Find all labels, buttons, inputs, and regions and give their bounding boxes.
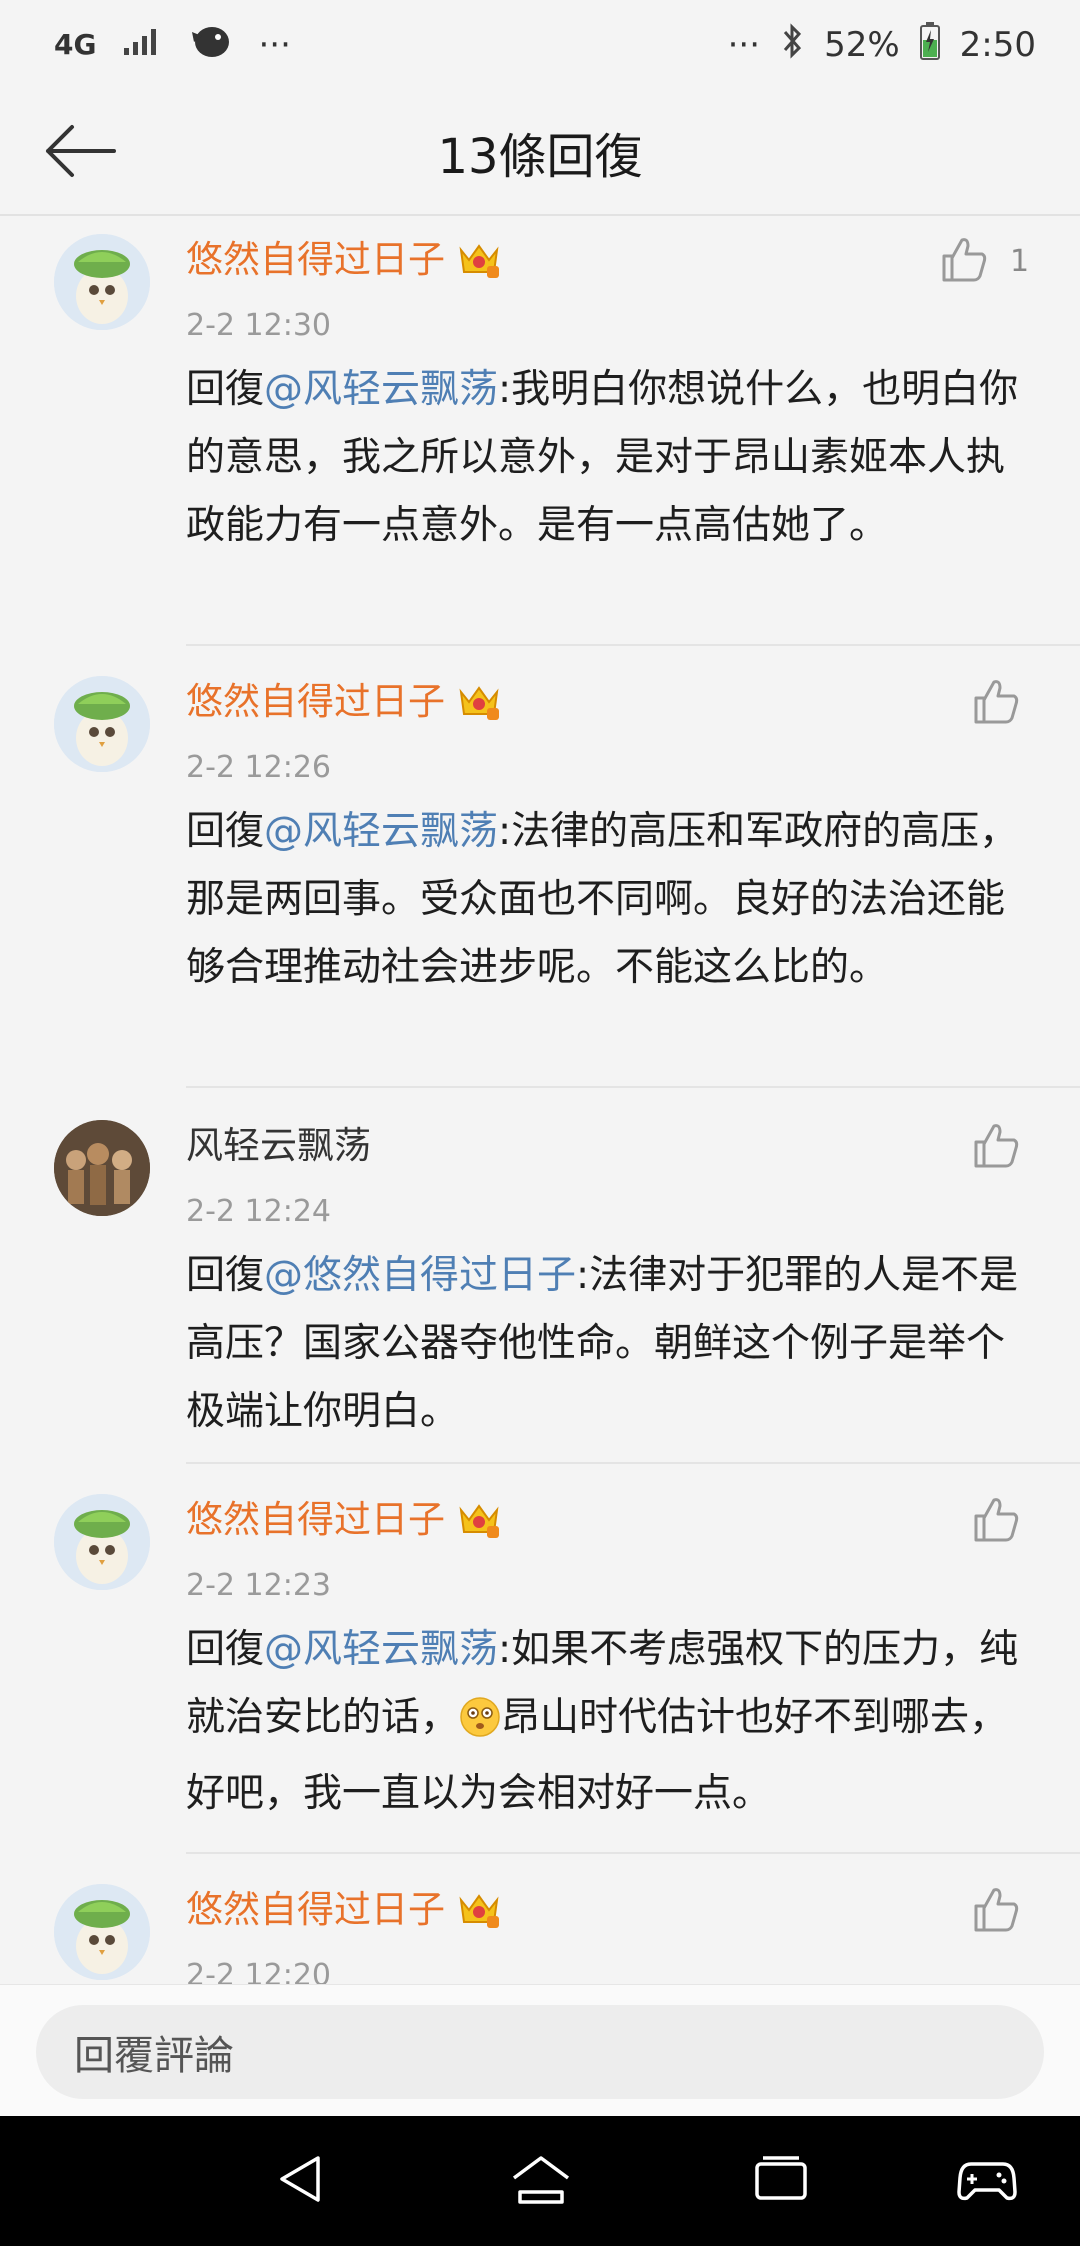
page-title: 13條回復 [437, 129, 643, 185]
reply-bar: 回覆評論 [0, 1984, 1080, 2117]
like-button[interactable] [972, 1122, 1020, 1172]
thumbs-up-icon [972, 1122, 1020, 1172]
thumbs-up-icon [940, 236, 988, 286]
comment-time: 2-2 12:23 [186, 1568, 331, 1603]
divider [186, 1462, 1080, 1464]
dizzy-face-emoji-icon [459, 1692, 501, 1760]
reply-prefix: 回復 [186, 809, 265, 854]
like-button[interactable] [972, 1496, 1020, 1546]
comment-text: 回復@风轻云飘荡:我明白你想说什么，也明白你的意思，我之所以意外，是对于昂山素姬… [186, 356, 1036, 560]
battery-icon [919, 21, 940, 69]
avatar[interactable] [54, 1120, 150, 1216]
author-name: 悠然自得过日子 [186, 1888, 445, 1931]
comment-author[interactable]: 悠然自得过日子 [186, 680, 501, 724]
more-right: ··· [727, 25, 761, 65]
avatar[interactable] [54, 676, 150, 772]
game-mode-button[interactable] [952, 2146, 1022, 2216]
vip-crown-icon [457, 240, 501, 280]
thumbs-up-icon [972, 1886, 1020, 1936]
bluetooth-icon [780, 22, 804, 69]
author-name: 悠然自得过日子 [186, 238, 445, 281]
nav-recents-icon [753, 2154, 809, 2208]
thumbs-up-icon [972, 678, 1020, 728]
comment-author[interactable]: 悠然自得过日子 [186, 1498, 501, 1542]
mention-link[interactable]: @风轻云飘荡 [264, 1627, 498, 1672]
status-bar: 4G ··· ··· 52% 2:50 [0, 0, 1080, 90]
battery-percent: 52% [824, 25, 900, 65]
clock: 2:50 [959, 25, 1036, 65]
comment-author[interactable]: 悠然自得过日子 [186, 238, 501, 282]
reply-prefix: 回復 [186, 367, 265, 412]
comment-time: 2-2 12:26 [186, 750, 331, 785]
author-name: 风轻云飘荡 [186, 1124, 371, 1167]
author-name: 悠然自得过日子 [186, 680, 445, 723]
divider [186, 1852, 1080, 1854]
mention-link[interactable]: @悠然自得过日子 [264, 1253, 576, 1298]
comment-time: 2-2 12:20 [186, 1958, 331, 1984]
reply-prefix: 回復 [186, 1253, 265, 1298]
comment-text: 回復@风轻云飘荡:法律的高压和军政府的高压，那是两回事。受众面也不同啊。良好的法… [186, 798, 1036, 1002]
avatar[interactable] [54, 1494, 150, 1590]
reply-comment-input[interactable]: 回覆評論 [36, 2005, 1044, 2099]
avatar[interactable] [54, 234, 150, 330]
comment-author[interactable]: 悠然自得过日子 [186, 1888, 501, 1932]
system-nav-bar [0, 2116, 1080, 2246]
more-left: ··· [258, 25, 291, 65]
nav-back-icon [274, 2152, 328, 2210]
comment-list[interactable]: 悠然自得过日子 2-2 12:30 1 回復@风轻云飘荡:我明白你想说什么，也明… [0, 216, 1080, 1984]
mention-link[interactable]: @风轻云飘荡 [264, 367, 498, 412]
header: 13條回復 [0, 90, 1080, 216]
comment-author[interactable]: 风轻云飘荡 [186, 1124, 371, 1168]
network-type: 4G [54, 28, 97, 61]
reply-placeholder: 回覆評論 [74, 2033, 234, 2079]
like-button[interactable] [972, 1886, 1020, 1936]
divider [186, 1086, 1080, 1088]
comment-text: 回復@悠然自得过日子:法律对于犯罪的人是不是高压？国家公器夺他性命。朝鲜这个例子… [186, 1242, 1036, 1446]
nav-back-button[interactable] [266, 2146, 336, 2216]
vip-crown-icon [457, 682, 501, 722]
avatar[interactable] [54, 1884, 150, 1980]
nav-home-button[interactable] [506, 2146, 576, 2216]
comment-time: 2-2 12:30 [186, 308, 331, 343]
like-button[interactable] [972, 678, 1020, 728]
mention-link[interactable]: @风轻云飘荡 [264, 809, 498, 854]
reply-prefix: 回復 [186, 1627, 265, 1672]
game-mode-icon [957, 2156, 1017, 2206]
like-count: 1 [1010, 243, 1030, 279]
nav-home-icon [510, 2152, 572, 2210]
divider [186, 644, 1080, 646]
app-notification-icon [188, 22, 232, 69]
like-button[interactable]: 1 [940, 236, 1029, 286]
author-name: 悠然自得过日子 [186, 1498, 445, 1541]
comment-time: 2-2 12:24 [186, 1194, 331, 1229]
signal-icon [122, 25, 162, 65]
nav-recents-button[interactable] [746, 2146, 816, 2216]
comment-text: 回復@风轻云飘荡:如果不考虑强权下的压力，纯就治安比的话， 昂山时代估计也好不到哪… [186, 1616, 1036, 1828]
vip-crown-icon [457, 1890, 501, 1930]
vip-crown-icon [457, 1500, 501, 1540]
thumbs-up-icon [972, 1496, 1020, 1546]
